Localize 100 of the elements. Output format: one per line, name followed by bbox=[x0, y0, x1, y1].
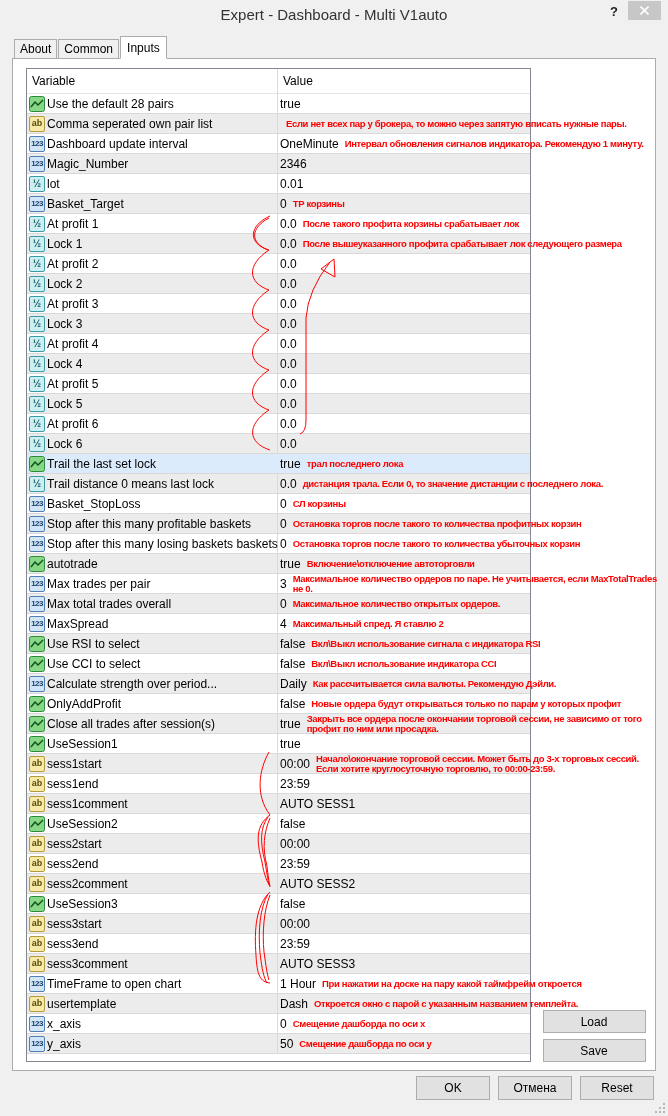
table-row[interactable]: ab sess2start 00:00 bbox=[27, 834, 530, 854]
number-icon: 123 bbox=[29, 135, 45, 152]
ab-icon: ab bbox=[29, 855, 45, 872]
table-row[interactable]: ½ Lock 6 0.0 bbox=[27, 434, 530, 454]
table-row[interactable]: 123 Basket_StopLoss 0 СЛ корзины bbox=[27, 494, 530, 514]
table-row[interactable]: ½ At profit 1 0.0 После такого профита корзины срабатывает лок bbox=[27, 214, 530, 234]
table-row[interactable]: OnlyAddProfit false Новые ордера будут открываться только по парам у которых профит bbox=[27, 694, 622, 714]
table-row[interactable]: ½ At profit 2 0.0 bbox=[27, 254, 530, 274]
line-chart-icon bbox=[29, 895, 45, 912]
table-row[interactable]: ½ Lock 3 0.0 bbox=[27, 314, 530, 334]
close-button[interactable] bbox=[628, 1, 661, 20]
table-row[interactable]: ½ At profit 4 0.0 bbox=[27, 334, 530, 354]
table-row[interactable]: ½ At profit 5 0.0 bbox=[27, 374, 530, 394]
table-row[interactable]: 123 Magic_Number 2346 bbox=[27, 154, 530, 174]
column-header[interactable]: Value bbox=[278, 69, 530, 93]
table-row[interactable]: ab sess3end 23:59 bbox=[27, 934, 530, 954]
side-button[interactable]: Save bbox=[542, 1039, 646, 1062]
table-row[interactable]: UseSession1 true bbox=[27, 734, 530, 754]
table-row[interactable]: 123 y_axis 50 Смещение дашборда по оси у bbox=[27, 1034, 530, 1054]
dialog-button[interactable]: Reset bbox=[580, 1076, 654, 1100]
table-row[interactable]: ½ Lock 2 0.0 bbox=[27, 274, 530, 294]
table-row[interactable]: ab sess3start 00:00 bbox=[27, 914, 530, 934]
property-value: 23:59 bbox=[280, 856, 311, 871]
table-row[interactable]: UseSession2 false bbox=[27, 814, 530, 834]
table-row[interactable]: ½ At profit 3 0.0 bbox=[27, 294, 530, 314]
table-row[interactable]: UseSession3 false bbox=[27, 894, 530, 914]
table-row[interactable]: ab Comma seperated own pair list Если нет всех пар у брокера, то можно через запятую вписать нужные пары. bbox=[27, 114, 627, 134]
property-value: 0.0 bbox=[280, 436, 297, 451]
ab-icon: ab bbox=[29, 935, 45, 952]
property-value: AUTO SESS1 bbox=[280, 796, 356, 811]
property-value: 0.0 bbox=[280, 376, 297, 391]
table-row[interactable]: ab sess1end 23:59 bbox=[27, 774, 530, 794]
table-row[interactable]: 123 Stop after this many profitable baskets 0 Остановка торгов после такого то количества профитных корзин bbox=[27, 514, 582, 534]
property-name: Use the default 28 pairs bbox=[47, 96, 174, 111]
annotation-text: Откроется окно с парой с указанным названием темплейта. bbox=[314, 998, 579, 1009]
property-value: true bbox=[280, 556, 301, 571]
fraction-icon: ½ bbox=[29, 355, 45, 372]
table-row[interactable]: autotrade true Включение\отключение автоторговли bbox=[27, 554, 530, 574]
table-row[interactable]: ½ At profit 6 0.0 bbox=[27, 414, 530, 434]
table-row[interactable]: ab sess2comment AUTO SESS2 bbox=[27, 874, 530, 894]
property-name: At profit 5 bbox=[47, 376, 99, 391]
column-header[interactable]: Variable bbox=[27, 69, 278, 93]
annotation-text: Начало\окончание торговой сессии. Может быть до 3-х торговых сессий. Если хотите круглосуточную торговлю, то 00:00-23:59. bbox=[316, 754, 640, 773]
table-row[interactable]: 123 Max total trades overall 0 Максимальное количество открытых ордеров. bbox=[27, 594, 530, 614]
number-icon: 123 bbox=[29, 1035, 45, 1052]
ab-icon: ab bbox=[29, 995, 45, 1012]
table-row[interactable]: Use the default 28 pairs true bbox=[27, 94, 530, 114]
dialog-button[interactable]: Отмена bbox=[498, 1076, 572, 1100]
property-value: true bbox=[280, 716, 301, 731]
property-name: Stop after this many profitable baskets bbox=[47, 516, 252, 531]
property-name: At profit 2 bbox=[47, 256, 99, 271]
table-row[interactable]: Trail the last set lock true трал последнего лока bbox=[27, 454, 530, 474]
table-row[interactable]: ab sess3comment AUTO SESS3 bbox=[27, 954, 530, 974]
dialog-button[interactable]: OK bbox=[416, 1076, 490, 1100]
property-value: 0.0 bbox=[280, 296, 297, 311]
property-value: 0.0 bbox=[280, 356, 297, 371]
table-row[interactable]: ½ Lock 5 0.0 bbox=[27, 394, 530, 414]
table-row[interactable]: 123 Dashboard update interval OneMinute Интервал обновления сигналов индикатора. Рекомендую 1 минуту. bbox=[27, 134, 644, 154]
annotation-text: Закрыть все ордера после окончании торговой сессии, не зависимо от того профит по ним или просадка. bbox=[306, 714, 643, 733]
table-row[interactable]: ½ Trail distance 0 means last lock 0.0 дистанция трала. Если 0, то значение дистанции с последнего лока. bbox=[27, 474, 603, 494]
tab[interactable]: Inputs bbox=[120, 36, 167, 59]
property-name: usertemplate bbox=[47, 996, 117, 1011]
ab-icon: ab bbox=[29, 115, 45, 132]
annotation-text: ТР корзины bbox=[292, 198, 345, 209]
table-row[interactable]: 123 Calculate strength over period... Daily Как рассчитывается сила валюты. Рекомендую Дэйли. bbox=[27, 674, 557, 694]
table-row[interactable]: 123 x_axis 0 Смещение дашборда по оси х bbox=[27, 1014, 530, 1034]
property-value: 00:00 bbox=[280, 916, 311, 931]
table-row[interactable]: 123 MaxSpread 4 Максимальный спред. Я ставлю 2 bbox=[27, 614, 530, 634]
table-row[interactable]: ab sess2end 23:59 bbox=[27, 854, 530, 874]
table-row[interactable]: 123 TimeFrame to open chart 1 Hour При нажатии на доске на пару какой таймфрейм откроется bbox=[27, 974, 582, 994]
side-button[interactable]: Load bbox=[542, 1010, 646, 1033]
resize-grip-icon[interactable] bbox=[655, 1103, 665, 1113]
help-button[interactable]: ? bbox=[610, 5, 618, 19]
table-row[interactable]: Use CCI to select false Вкл\Выкл использование индикатора CCI bbox=[27, 654, 530, 674]
table-row[interactable]: 123 Basket_Target 0 ТР корзины bbox=[27, 194, 530, 214]
property-name: Lock 4 bbox=[47, 356, 83, 371]
annotation-text: Включение\отключение автоторговли bbox=[306, 558, 475, 569]
property-name: OnlyAddProfit bbox=[47, 696, 122, 711]
number-icon: 123 bbox=[29, 195, 45, 212]
property-value: false bbox=[280, 896, 306, 911]
table-row[interactable]: ab sess1comment AUTO SESS1 bbox=[27, 794, 530, 814]
table-row[interactable]: ½ Lock 1 0.0 После вышеуказанного профита срабатывает лок следующего размера bbox=[27, 234, 622, 254]
table-row[interactable]: 123 Max trades per pair 3 Максимальное количество ордеров по паре. Не учитывается, если MaxTotalTrades не 0. bbox=[27, 574, 660, 594]
number-icon: 123 bbox=[29, 535, 45, 552]
property-name: Basket_Target bbox=[47, 196, 124, 211]
property-name: TimeFrame to open chart bbox=[47, 976, 182, 991]
property-name: sess1comment bbox=[47, 796, 128, 811]
table-row[interactable]: Use RSI to select false Вкл\Выкл использование сигнала с индикатора RSI bbox=[27, 634, 541, 654]
table-row[interactable]: ab usertemplate Dash Откроется окно с парой с указанным названием темплейта. bbox=[27, 994, 579, 1014]
table-row[interactable]: ½ lot 0.01 bbox=[27, 174, 530, 194]
line-chart-icon bbox=[29, 815, 45, 832]
line-chart-icon bbox=[29, 555, 45, 572]
tab[interactable]: About bbox=[14, 39, 58, 58]
property-value: 3 bbox=[280, 576, 287, 591]
table-row[interactable]: ½ Lock 4 0.0 bbox=[27, 354, 530, 374]
tab[interactable]: Common bbox=[58, 39, 120, 58]
property-value: true bbox=[280, 456, 301, 471]
annotation-text: Вкл\Выкл использование индикатора CCI bbox=[311, 658, 497, 669]
table-row[interactable]: 123 Stop after this many losing baskets baskets 0 Остановка торгов после такого то количества убыточных корзин bbox=[27, 534, 581, 554]
annotation-text: СЛ корзины bbox=[292, 498, 346, 509]
